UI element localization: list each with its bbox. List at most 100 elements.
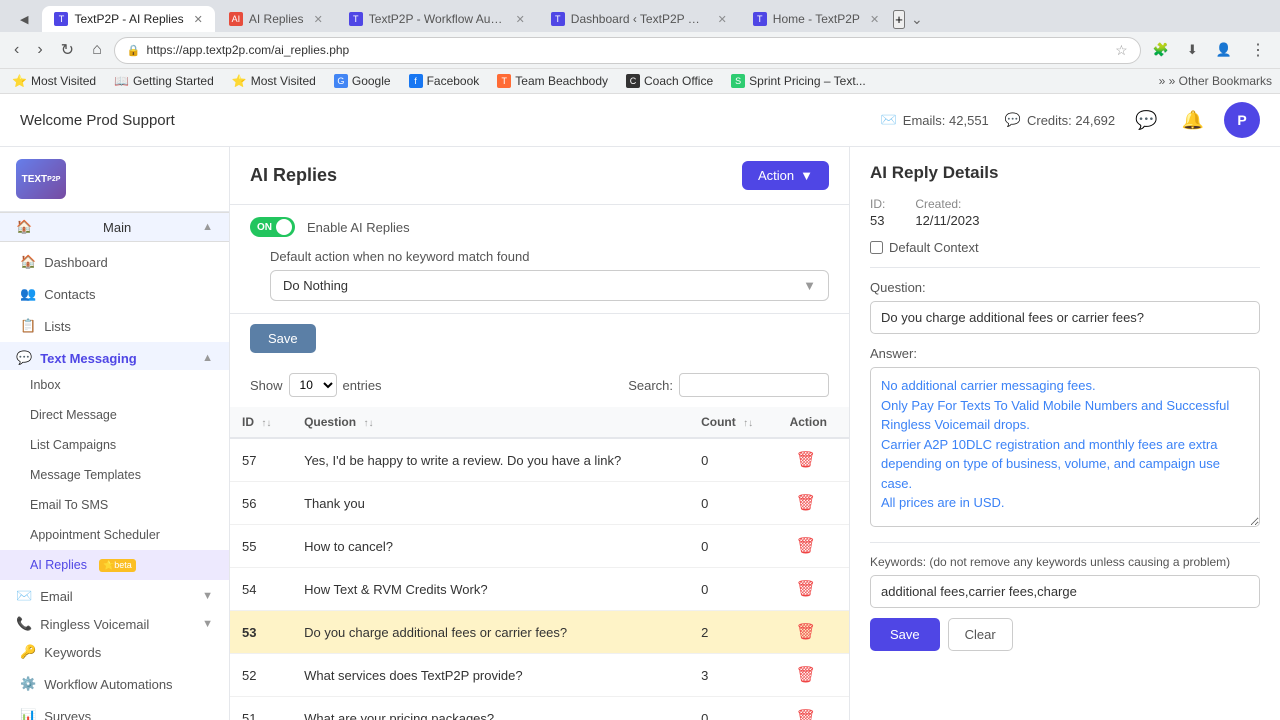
bookmark-facebook[interactable]: f Facebook bbox=[405, 72, 484, 90]
col-id-sort-icon: ↑↓ bbox=[261, 418, 271, 429]
bookmark-label-6: Coach Office bbox=[644, 74, 713, 88]
sidebar-item-email-to-sms[interactable]: Email To SMS bbox=[0, 490, 229, 520]
delete-row-button[interactable]: 🗑 bbox=[790, 620, 822, 644]
reload-button[interactable]: ↻ bbox=[55, 36, 80, 64]
sidebar-item-text-messaging[interactable]: 💬 Text Messaging ▲ bbox=[0, 342, 229, 370]
delete-row-button[interactable]: 🗑 bbox=[790, 534, 822, 558]
sidebar-item-inbox[interactable]: Inbox bbox=[0, 370, 229, 400]
bookmark-star-icon[interactable]: ☆ bbox=[1115, 42, 1128, 59]
tab-close-3[interactable]: ✕ bbox=[516, 13, 525, 26]
delete-row-button[interactable]: 🗑 bbox=[790, 663, 822, 687]
delete-row-button[interactable]: 🗑 bbox=[790, 577, 822, 601]
enable-row: ON Enable AI Replies bbox=[250, 217, 829, 237]
tab-back-btn[interactable]: ◀ bbox=[8, 7, 40, 32]
table-row[interactable]: 51What are your pricing packages?0🗑 bbox=[230, 697, 849, 720]
question-input[interactable] bbox=[870, 301, 1260, 334]
table-row[interactable]: 54How Text & RVM Credits Work?0🗑 bbox=[230, 568, 849, 611]
bell-icon-button[interactable]: 🔔 bbox=[1178, 106, 1208, 135]
action-button[interactable]: Action ▼ bbox=[742, 161, 829, 190]
delete-row-button[interactable]: 🗑 bbox=[790, 491, 822, 515]
tab-home[interactable]: T Home - TextP2P ✕ bbox=[741, 6, 891, 32]
downloads-btn[interactable]: ⬇ bbox=[1181, 38, 1204, 62]
sidebar-item-label-text-messaging: Text Messaging bbox=[40, 351, 137, 366]
bookmark-team[interactable]: T Team Beachbody bbox=[493, 72, 612, 90]
back-button[interactable]: ‹ bbox=[8, 37, 25, 63]
table-row[interactable]: 55How to cancel?0🗑 bbox=[230, 525, 849, 568]
enable-toggle[interactable]: ON bbox=[250, 217, 295, 237]
extensions-btn[interactable]: 🧩 bbox=[1147, 38, 1175, 62]
keywords-field-label: Keywords: (do not remove any keywords un… bbox=[870, 555, 1260, 569]
table-row[interactable]: 53Do you charge additional fees or carri… bbox=[230, 611, 849, 654]
col-action: Action bbox=[778, 407, 849, 438]
sidebar-item-dashboard[interactable]: 🏠 Dashboard bbox=[0, 246, 229, 278]
bookmark-coach[interactable]: C Coach Office bbox=[622, 72, 717, 90]
cell-action[interactable]: 🗑 bbox=[778, 611, 849, 654]
save-button[interactable]: Save bbox=[250, 324, 316, 353]
sidebar-item-message-templates[interactable]: Message Templates bbox=[0, 460, 229, 490]
delete-row-button[interactable]: 🗑 bbox=[790, 448, 822, 472]
sidebar-item-appointment-scheduler[interactable]: Appointment Scheduler bbox=[0, 520, 229, 550]
search-input[interactable] bbox=[679, 373, 829, 397]
user-avatar[interactable]: P bbox=[1224, 102, 1260, 138]
save-detail-button[interactable]: Save bbox=[870, 618, 940, 651]
tab-close-5[interactable]: ✕ bbox=[870, 13, 879, 26]
clear-button[interactable]: Clear bbox=[948, 618, 1013, 651]
default-action-dropdown[interactable]: Do Nothing ▼ bbox=[270, 270, 829, 301]
keywords-input[interactable] bbox=[870, 575, 1260, 608]
sidebar-item-workflow[interactable]: ⚙️ Workflow Automations bbox=[0, 668, 229, 700]
tab-dashboard[interactable]: T Dashboard ‹ TextP2P — WordP... ✕ bbox=[539, 6, 739, 32]
default-context-checkbox[interactable] bbox=[870, 241, 883, 254]
home-button[interactable]: ⌂ bbox=[86, 37, 108, 63]
table-row[interactable]: 57Yes, I'd be happy to write a review. D… bbox=[230, 438, 849, 482]
tab-ai-replies[interactable]: T TextP2P - AI Replies ✕ bbox=[42, 6, 214, 32]
tab-close-4[interactable]: ✕ bbox=[718, 13, 727, 26]
cell-action[interactable]: 🗑 bbox=[778, 568, 849, 611]
enable-label: Enable AI Replies bbox=[307, 220, 410, 235]
bookmark-most-visited-2[interactable]: ⭐ Most Visited bbox=[228, 72, 320, 90]
sidebar-item-lists[interactable]: 📋 Lists bbox=[0, 310, 229, 342]
tab-label-5: Home - TextP2P bbox=[773, 12, 860, 26]
tab-label-4: Dashboard ‹ TextP2P — WordP... bbox=[571, 12, 708, 26]
profile-btn[interactable]: 👤 bbox=[1210, 38, 1238, 62]
sidebar-item-list-campaigns[interactable]: List Campaigns bbox=[0, 430, 229, 460]
col-question[interactable]: Question ↑↓ bbox=[292, 407, 689, 438]
cell-action[interactable]: 🗑 bbox=[778, 654, 849, 697]
chat-icon-button[interactable]: 💬 bbox=[1131, 106, 1161, 135]
bookmark-sprint[interactable]: S Sprint Pricing – Text... bbox=[727, 72, 870, 90]
col-id[interactable]: ID ↑↓ bbox=[230, 407, 292, 438]
col-count-label: Count bbox=[701, 415, 736, 429]
table-row[interactable]: 56Thank you0🗑 bbox=[230, 482, 849, 525]
address-bar[interactable]: 🔒 https://app.textp2p.com/ai_replies.php… bbox=[114, 37, 1141, 64]
col-count[interactable]: Count ↑↓ bbox=[689, 407, 777, 438]
sidebar-item-surveys[interactable]: 📊 Surveys bbox=[0, 700, 229, 720]
sidebar-item-ringless[interactable]: 📞 Ringless Voicemail ▼ bbox=[0, 608, 229, 636]
new-tab-button[interactable]: + bbox=[893, 10, 905, 29]
tab-ai-replies-2[interactable]: AI AI Replies ✕ bbox=[217, 6, 335, 32]
sidebar-item-contacts[interactable]: 👥 Contacts bbox=[0, 278, 229, 310]
delete-row-button[interactable]: 🗑 bbox=[790, 706, 822, 720]
tab-close-active[interactable]: ✕ bbox=[194, 13, 203, 26]
credits-label: Credits: 24,692 bbox=[1027, 113, 1115, 128]
table-row[interactable]: 52What services does TextP2P provide?3🗑 bbox=[230, 654, 849, 697]
bookmark-most-visited[interactable]: ⭐ Most Visited bbox=[8, 72, 100, 90]
sidebar-main-header[interactable]: 🏠 Main ▲ bbox=[0, 212, 229, 242]
cell-action[interactable]: 🗑 bbox=[778, 438, 849, 482]
tab-close-2[interactable]: ✕ bbox=[314, 13, 323, 26]
cell-action[interactable]: 🗑 bbox=[778, 697, 849, 720]
credits-icon: 💬 bbox=[1005, 112, 1021, 128]
answer-textarea[interactable] bbox=[870, 367, 1260, 527]
bookmark-getting-started[interactable]: 📖 Getting Started bbox=[110, 72, 218, 90]
sidebar-item-email[interactable]: ✉️ Email ▼ bbox=[0, 580, 229, 608]
forward-button[interactable]: › bbox=[31, 37, 48, 63]
sidebar-item-ai-replies[interactable]: AI Replies ⭐beta bbox=[0, 550, 229, 580]
sidebar-item-keywords[interactable]: 🔑 Keywords bbox=[0, 636, 229, 668]
entries-select[interactable]: 10 25 50 bbox=[289, 373, 337, 397]
cell-action[interactable]: 🗑 bbox=[778, 482, 849, 525]
sidebar-item-direct-message[interactable]: Direct Message bbox=[0, 400, 229, 430]
tab-workflow[interactable]: T TextP2P - Workflow Automati... ✕ bbox=[337, 6, 537, 32]
menu-btn[interactable]: ⋮ bbox=[1244, 36, 1272, 64]
cell-action[interactable]: 🗑 bbox=[778, 525, 849, 568]
other-bookmarks[interactable]: » » Other Bookmarks bbox=[1159, 74, 1272, 88]
tab-overflow-icon[interactable]: ⌄ bbox=[911, 11, 923, 28]
bookmark-google[interactable]: G Google bbox=[330, 72, 395, 90]
